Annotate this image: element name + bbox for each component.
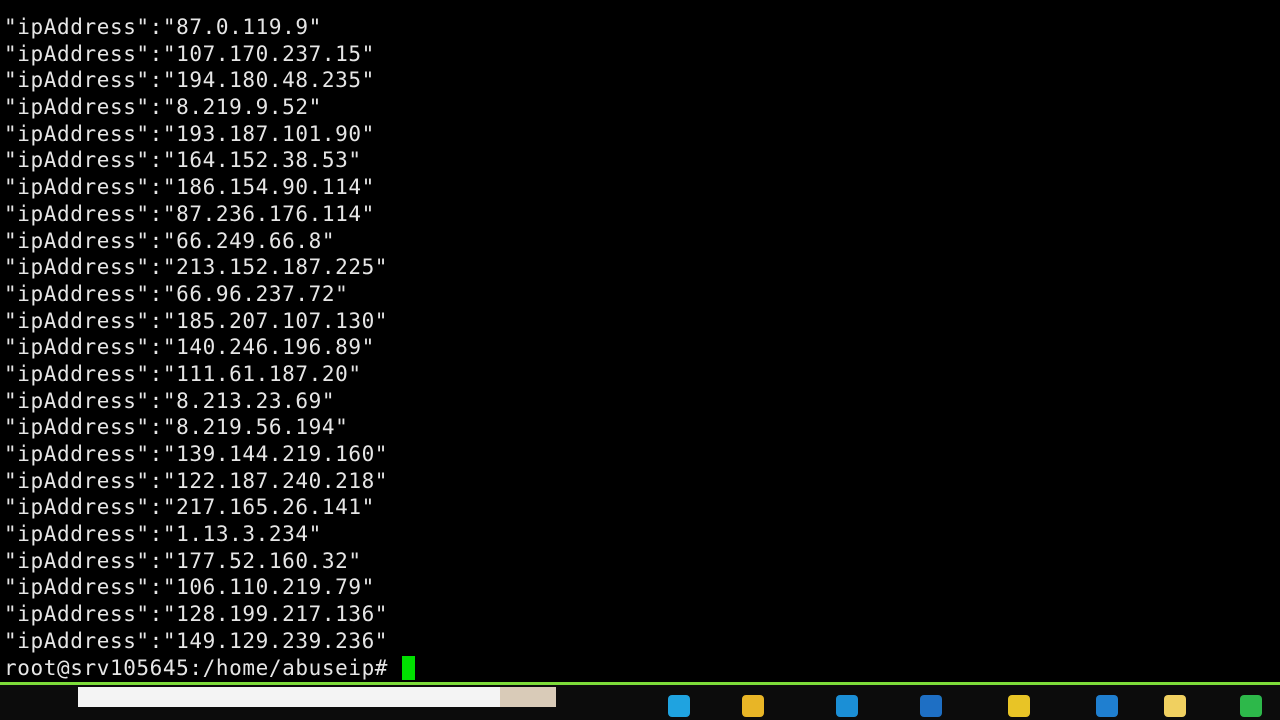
- terminal-line: "ipAddress":"8.219.9.52": [4, 95, 322, 120]
- terminal-line: "ipAddress":"164.152.38.53": [4, 148, 362, 173]
- terminal-line: "ipAddress":"213.152.187.225": [4, 255, 389, 280]
- terminal-line: "ipAddress":"66.249.66.8": [4, 228, 336, 253]
- terminal-line: "ipAddress":"193.187.101.90": [4, 121, 375, 146]
- code-editor-icon[interactable]: [920, 695, 942, 717]
- terminal-line: "ipAddress":"8.213.23.69": [4, 388, 336, 413]
- notes-icon[interactable]: [1164, 695, 1186, 717]
- terminal-output: "ipAddress":"87.0.119.9" "ipAddress":"10…: [4, 14, 416, 682]
- terminal-line: "ipAddress":"139.144.219.160": [4, 442, 389, 466]
- terminal-line: "ipAddress":"186.154.90.114": [4, 175, 375, 200]
- terminal-line: "ipAddress":"185.207.107.130": [4, 308, 389, 333]
- shell-prompt: root@srv105645:/home/abuseip#: [4, 655, 389, 680]
- desktop-screen: "ipAddress":"87.0.119.9" "ipAddress":"10…: [0, 0, 1280, 720]
- terminal-app-icon[interactable]: [1240, 695, 1262, 717]
- terminal-line: "ipAddress":"87.236.176.114": [4, 201, 375, 226]
- taskbar: [0, 682, 1280, 720]
- terminal-window[interactable]: "ipAddress":"87.0.119.9" "ipAddress":"10…: [0, 0, 1280, 682]
- terminal-line: "ipAddress":"140.246.196.89": [4, 335, 375, 360]
- terminal-line: "ipAddress":"177.52.160.32": [4, 548, 362, 573]
- terminal-line: "ipAddress":"8.219.56.194": [4, 415, 349, 440]
- terminal-line: "ipAddress":"217.165.26.141": [4, 495, 375, 520]
- terminal-line: "ipAddress":"106.110.219.79": [4, 575, 375, 600]
- terminal-line: "ipAddress":"66.96.237.72": [4, 281, 349, 306]
- taskbar-window-preview[interactable]: [78, 687, 556, 707]
- warning-app-icon[interactable]: [1008, 695, 1030, 717]
- terminal-line: "ipAddress":"149.129.239.236": [4, 628, 389, 653]
- prompt-line[interactable]: root@srv105645:/home/abuseip#: [4, 655, 416, 682]
- window-thumbnail: [500, 687, 556, 707]
- browser-icon[interactable]: [668, 695, 690, 717]
- terminal-line: "ipAddress":"122.187.240.218": [4, 468, 389, 493]
- terminal-line: "ipAddress":"107.170.237.15": [4, 41, 375, 66]
- terminal-line: "ipAddress":"111.61.187.20": [4, 361, 362, 386]
- terminal-line: "ipAddress":"194.180.48.235": [4, 68, 375, 93]
- app-icon[interactable]: [836, 695, 858, 717]
- terminal-line: "ipAddress":"128.199.217.136": [4, 602, 389, 627]
- terminal-line: "ipAddress":"87.0.119.9": [4, 15, 322, 39]
- arrow-app-icon[interactable]: [1096, 695, 1118, 717]
- text-cursor: [402, 655, 416, 680]
- terminal-line: "ipAddress":"1.13.3.234": [4, 522, 322, 547]
- folder-icon[interactable]: [742, 695, 764, 717]
